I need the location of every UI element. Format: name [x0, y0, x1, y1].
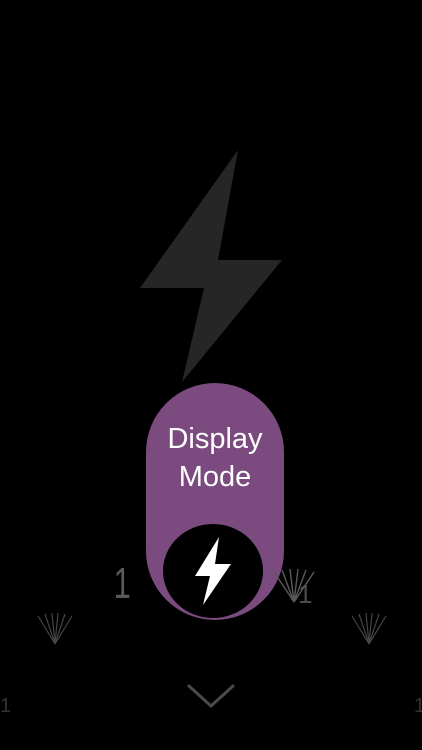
mode-option-far-left[interactable]: 1 — [0, 684, 11, 728]
display-mode-label: Display Mode — [167, 423, 263, 493]
chevron-down-icon[interactable] — [186, 683, 236, 709]
spark-fan-icon[interactable] — [270, 568, 318, 604]
display-mode-screen: Display Mode 1 1 1 1 — [0, 0, 422, 750]
spark-fan-icon[interactable] — [36, 612, 74, 646]
mode-option-left[interactable]: 1 — [114, 562, 131, 606]
spark-fan-icon[interactable] — [350, 612, 388, 646]
lightning-bolt-icon — [140, 150, 282, 382]
mode-option-far-right[interactable]: 1 — [414, 684, 422, 728]
lightning-bolt-icon — [195, 537, 231, 605]
